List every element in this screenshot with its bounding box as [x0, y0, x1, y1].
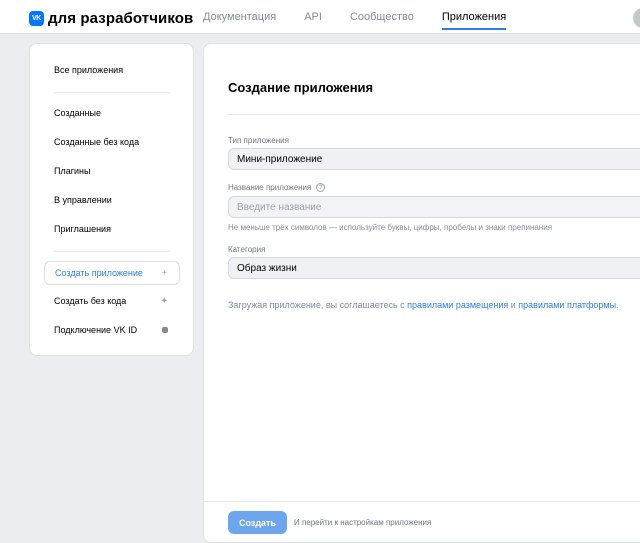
sidebar-item-created[interactable]: Созданные: [44, 101, 180, 125]
sidebar-item-created-nocode[interactable]: Созданные без кода: [44, 130, 180, 154]
sidebar-item-all-apps[interactable]: Все приложения: [44, 58, 180, 82]
agreement-suffix: .: [616, 300, 619, 310]
category-select[interactable]: Образ жизни: [228, 257, 640, 279]
app-name-hint: Не меньше трёх символов — используйте бу…: [228, 223, 553, 232]
logo-text: для разработчиков: [48, 9, 194, 27]
nav-api[interactable]: API: [304, 0, 322, 34]
create-button[interactable]: Создать: [228, 511, 287, 534]
agreement-prefix: Загружая приложение, вы соглашаетесь с: [228, 300, 408, 310]
top-bar: VK для разработчиков Документация API Со…: [0, 0, 640, 34]
sidebar-item-label: Создать приложение: [55, 268, 143, 278]
title-divider: [228, 114, 640, 115]
sidebar-item-invitations[interactable]: Приглашения: [44, 217, 180, 241]
plus-icon: +: [161, 267, 167, 278]
sidebar-item-vkid[interactable]: Подключение VK ID: [44, 318, 180, 342]
footer-note: И перейти к настройкам приложения: [294, 518, 432, 527]
sidebar: Все приложения Созданные Созданные без к…: [29, 43, 194, 356]
footer-divider: [204, 501, 640, 502]
sidebar-item-create-nocode[interactable]: Создать без кода ✦: [44, 289, 180, 313]
app-type-value: Мини-приложение: [237, 153, 323, 165]
platform-rules-link[interactable]: правилами платформы: [518, 300, 616, 310]
sidebar-item-label: Подключение VK ID: [54, 325, 138, 335]
app-type-label: Тип приложения: [228, 136, 289, 145]
app-name-label-text: Название приложения: [228, 183, 312, 192]
agreement-mid: и: [508, 300, 519, 310]
sparkle-icon: ✦: [160, 295, 168, 306]
nav-applications[interactable]: Приложения: [441, 0, 507, 34]
category-value: Образ жизни: [237, 262, 297, 274]
app-name-label: Название приложения ?: [228, 183, 326, 192]
nav-documentation[interactable]: Документация: [203, 0, 276, 34]
nav-community[interactable]: Сообщество: [350, 0, 414, 34]
sidebar-item-plugins[interactable]: Плагины: [44, 159, 180, 183]
sidebar-item-managed[interactable]: В управлении: [44, 188, 180, 212]
avatar[interactable]: [633, 8, 640, 28]
create-app-panel: Создание приложения Тип приложения Мини-…: [203, 43, 640, 543]
app-name-field[interactable]: [228, 196, 640, 218]
app-name-input[interactable]: [237, 201, 640, 213]
app-type-select[interactable]: Мини-приложение: [228, 148, 640, 170]
logo[interactable]: VK для разработчиков: [29, 9, 194, 27]
sidebar-divider: [54, 251, 170, 252]
sidebar-item-create-app[interactable]: Создать приложение +: [44, 261, 180, 285]
square-icon: [162, 327, 168, 333]
sidebar-divider: [54, 92, 170, 93]
main-nav: Документация API Сообщество Приложения: [203, 0, 534, 34]
category-label: Категория: [228, 245, 266, 254]
page-title: Создание приложения: [228, 80, 374, 95]
info-icon[interactable]: ?: [316, 183, 326, 192]
agreement-text: Загружая приложение, вы соглашаетесь с п…: [228, 300, 619, 310]
placement-rules-link[interactable]: правилами размещения: [407, 300, 508, 310]
vk-logo-icon: VK: [29, 10, 44, 26]
sidebar-item-label: Создать без кода: [54, 296, 127, 306]
